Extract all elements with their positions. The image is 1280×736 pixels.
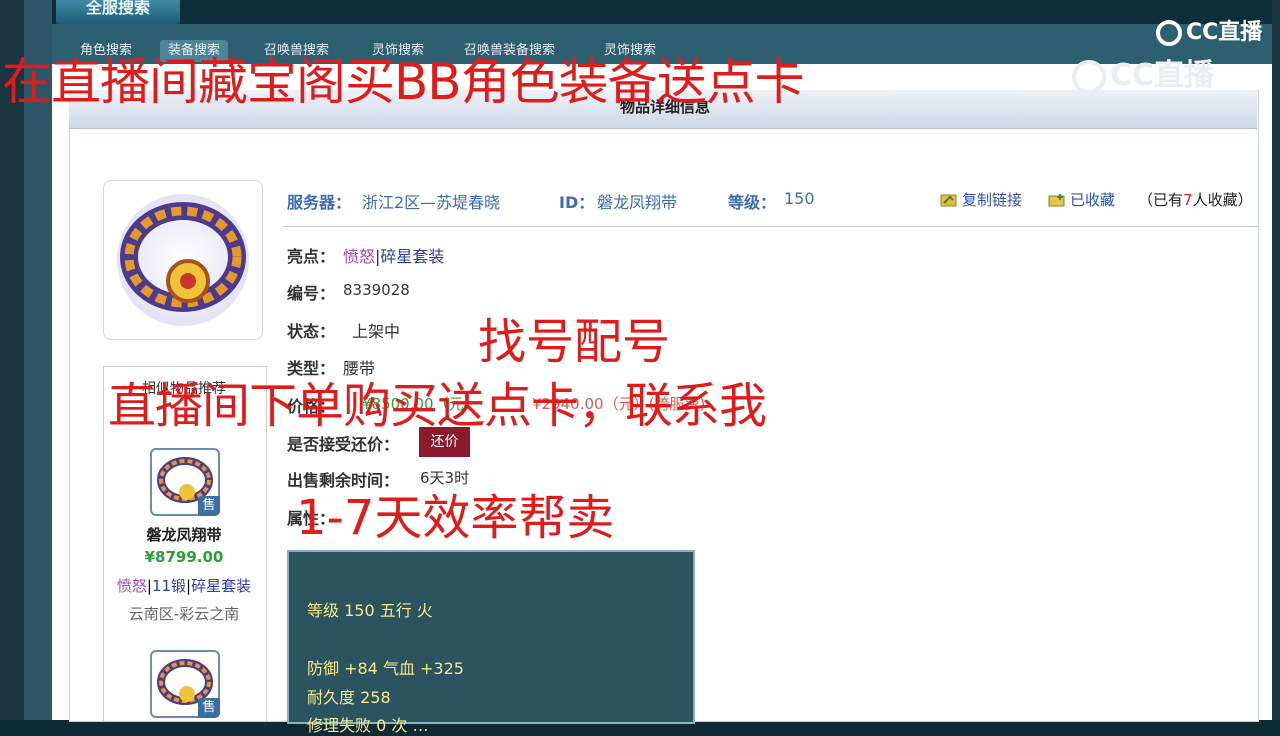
tab-global-search[interactable]: 全服搜索 bbox=[56, 0, 180, 24]
copy-link-label: 复制链接 bbox=[962, 191, 1023, 209]
overlay-live-order: 直播间下单购买送点卡，联系我 bbox=[108, 378, 767, 434]
similar-item-thumb[interactable]: 售 bbox=[150, 448, 220, 516]
folder-favorite-icon bbox=[1048, 194, 1065, 207]
highlight-tag-anger: 愤怒 bbox=[343, 247, 376, 266]
favorite-button[interactable]: 已收藏 bbox=[1048, 189, 1115, 210]
similar-item-tag-anger: 愤怒 bbox=[116, 577, 147, 595]
level-value: 150 bbox=[784, 189, 815, 208]
favorite-count: （已有7人收藏） bbox=[1138, 189, 1253, 210]
cc-logo-icon bbox=[1156, 20, 1182, 46]
id-value: 磐龙凤翔带 bbox=[597, 193, 678, 212]
similar-item-thumb-2[interactable]: 售 bbox=[150, 650, 220, 718]
sale-badge-2: 售 bbox=[198, 698, 220, 718]
attributes-box: 等级 150 五行 火 防御 +84 气血 +325 耐久度 258 修理失败 … bbox=[287, 550, 695, 735]
copy-link-icon bbox=[940, 194, 957, 207]
id-label: ID： bbox=[559, 193, 595, 212]
attr-line-repair: 修理失败 0 次 … bbox=[307, 716, 429, 735]
item-image bbox=[103, 180, 263, 340]
cc-logo-icon-large bbox=[1072, 59, 1106, 94]
cc-live-logo-small: CC直播 bbox=[1156, 14, 1262, 46]
favorite-count-number: 7 bbox=[1183, 191, 1193, 209]
copy-link-button[interactable]: 复制链接 bbox=[940, 189, 1022, 210]
server-label: 服务器： bbox=[287, 193, 352, 212]
similar-item-server: 云南区-彩云之南 bbox=[128, 605, 240, 623]
cc-logo-text: CC直播 bbox=[1186, 20, 1263, 45]
overlay-find-account: 找号配号 bbox=[478, 314, 671, 370]
favorite-label: 已收藏 bbox=[1070, 191, 1116, 209]
attr-line-durability: 耐久度 258 bbox=[307, 688, 391, 707]
overlay-sell-days: 1-7天效率帮卖 bbox=[296, 490, 615, 546]
favorite-count-suffix: 人收藏） bbox=[1192, 191, 1253, 209]
highlight-values: 愤怒|碎星套装 bbox=[343, 243, 444, 267]
similar-item-tags: 愤怒|11锻|碎星套装 bbox=[104, 575, 264, 596]
similar-item-price: ¥8799.00 bbox=[144, 548, 224, 566]
similar-item-tag-forge: 11锻 bbox=[151, 577, 187, 595]
attr-line-level: 等级 150 五行 火 bbox=[307, 601, 433, 620]
number-label: 编号： bbox=[287, 284, 336, 303]
sale-badge: 售 bbox=[198, 496, 220, 516]
favorite-count-prefix: （已有 bbox=[1138, 191, 1184, 209]
attr-line-defense: 防御 +84 气血 +325 bbox=[307, 659, 464, 678]
overlay-promo-top: 在直播间藏宝阁买BB角色装备送点卡 bbox=[2, 53, 805, 111]
server-value: 浙江2区—苏堤春晓 bbox=[362, 193, 501, 212]
highlight-tag-set: 碎星套装 bbox=[380, 247, 445, 266]
level-label: 等级： bbox=[728, 193, 777, 212]
status-label: 状态： bbox=[287, 322, 336, 341]
highlight-label: 亮点： bbox=[287, 247, 336, 266]
status-value: 上架中 bbox=[352, 322, 401, 341]
top-bar bbox=[52, 0, 1272, 24]
cc-live-logo-large: CC直播 bbox=[1072, 50, 1214, 94]
belt-item-icon bbox=[117, 194, 249, 326]
similar-item-name[interactable]: 磐龙凤翔带 bbox=[104, 524, 264, 545]
cc-logo-text-large: CC直播 bbox=[1110, 58, 1215, 93]
divider bbox=[283, 226, 1258, 227]
number-value: 8339028 bbox=[343, 281, 410, 299]
similar-item-tag-set: 碎星套装 bbox=[191, 577, 252, 595]
